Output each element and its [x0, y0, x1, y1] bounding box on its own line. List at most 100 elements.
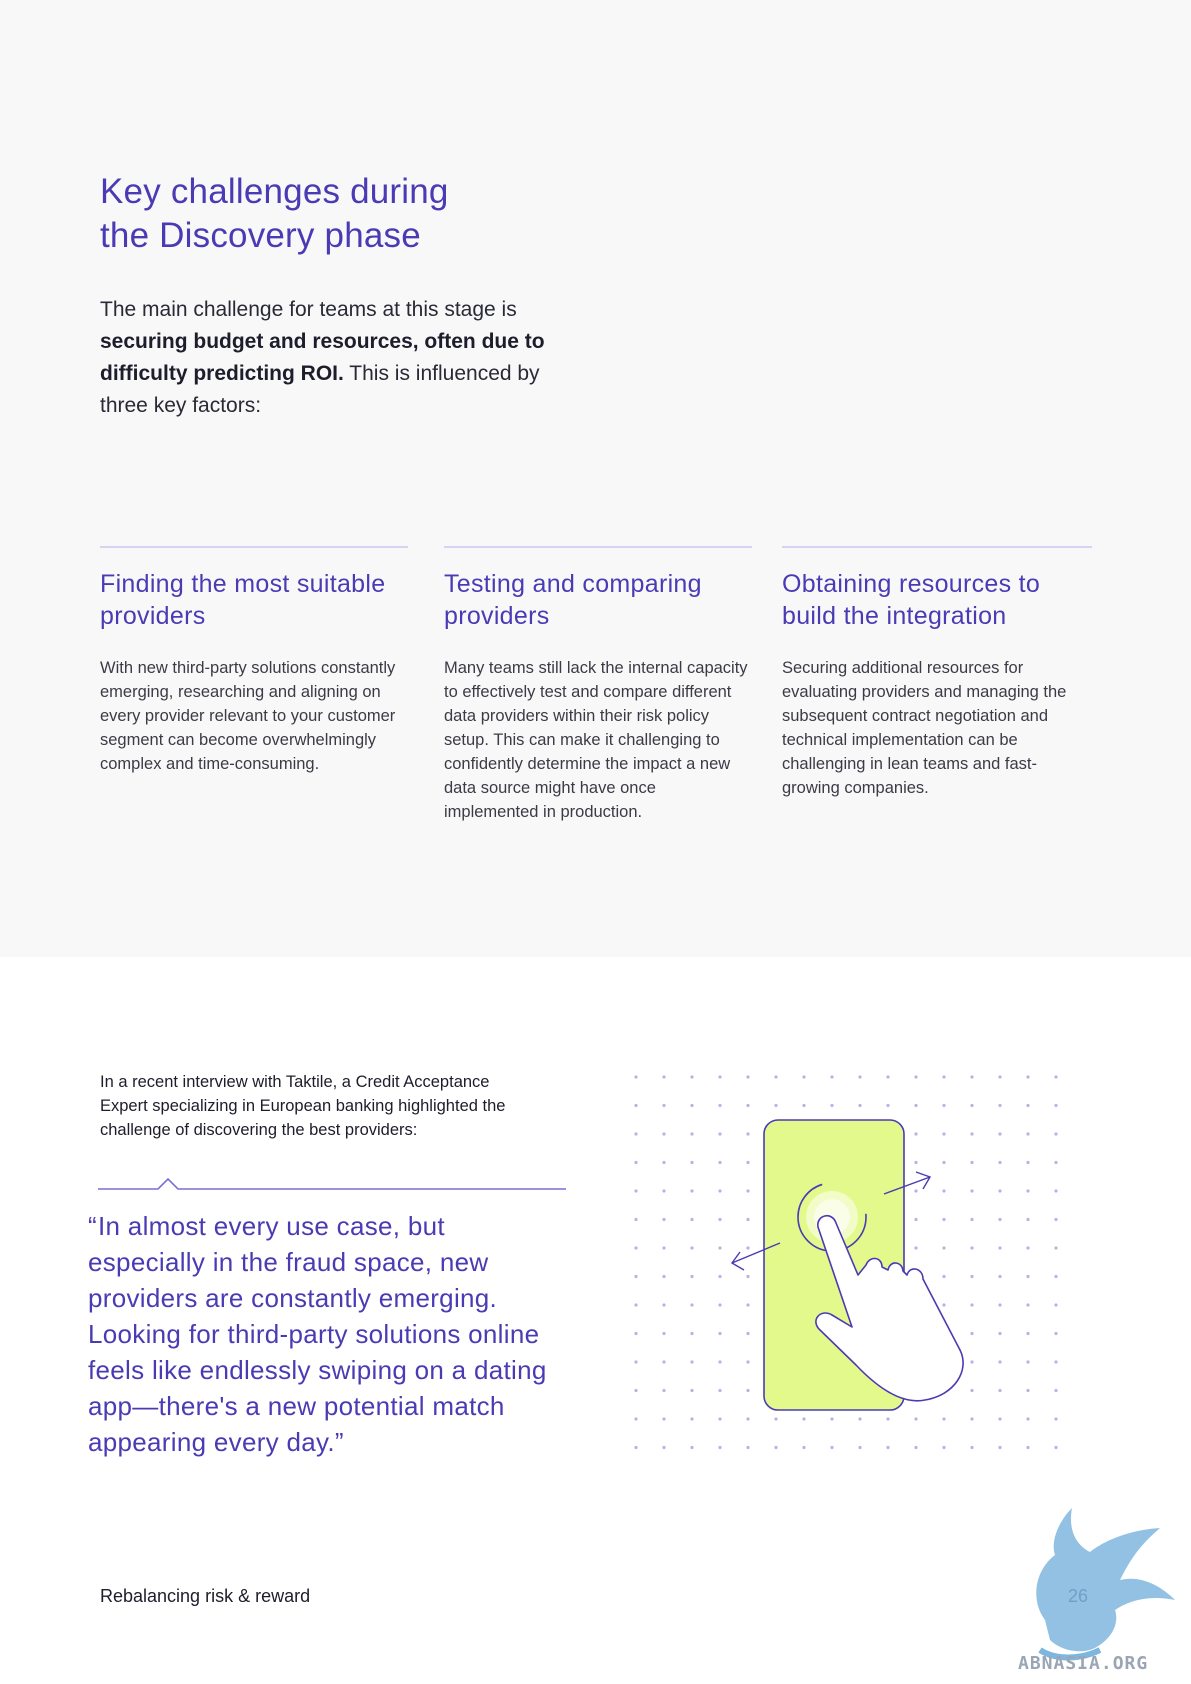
dot-grid-dot [746, 1160, 750, 1165]
dot-grid-dot [662, 1274, 666, 1279]
dot-grid-dot [802, 1445, 806, 1450]
dot-grid-dot [830, 1075, 834, 1079]
dot-grid-dot [1026, 1103, 1030, 1108]
dot-grid-dot [998, 1360, 1002, 1364]
dot-grid-dot [914, 1217, 918, 1222]
dot-grid-dot [774, 1445, 778, 1450]
dot-grid-dot [858, 1075, 862, 1079]
dot-grid-dot [746, 1246, 750, 1250]
dot-grid-dot [970, 1103, 974, 1108]
dot-grid-dot [998, 1388, 1002, 1393]
dot-grid-dot [1026, 1445, 1030, 1450]
dot-grid-dot [634, 1360, 638, 1364]
dot-grid-dot [662, 1331, 666, 1336]
dot-grid-dot [942, 1103, 946, 1108]
dot-grid-dot [718, 1189, 722, 1193]
dot-grid-dot [690, 1160, 694, 1165]
factor-rule [100, 546, 408, 548]
dot-grid-dot [690, 1331, 694, 1336]
dot-grid-dot [718, 1417, 722, 1421]
dot-grid-dot [998, 1417, 1002, 1421]
dot-grid-dot [634, 1417, 638, 1421]
watermark-text: ABNASIA.ORG [1018, 1653, 1149, 1674]
dot-grid-dot [970, 1132, 974, 1136]
dot-grid-dot [970, 1388, 974, 1393]
dot-grid-dot [718, 1160, 722, 1165]
dot-grid-dot [998, 1075, 1002, 1079]
dot-grid-dot [746, 1303, 750, 1307]
dot-grid-dot [802, 1075, 806, 1079]
dot-grid-dot [942, 1445, 946, 1450]
dot-grid-dot [1026, 1331, 1030, 1336]
dot-grid-dot [858, 1417, 862, 1421]
dot-grid-dot [662, 1445, 666, 1450]
dot-grid-dot [718, 1445, 722, 1450]
dot-grid-dot [1054, 1217, 1058, 1222]
dot-grid-dot [662, 1132, 666, 1136]
footer-document-title: Rebalancing risk & reward [100, 1586, 311, 1606]
dot-grid-dot [662, 1360, 666, 1364]
dot-grid-dot [1054, 1417, 1058, 1421]
dot-grid-dot [1054, 1103, 1058, 1108]
dot-grid-dot [1026, 1160, 1030, 1165]
dot-grid-dot [1054, 1445, 1058, 1450]
dot-grid-dot [998, 1189, 1002, 1193]
dot-grid-dot [690, 1217, 694, 1222]
dot-grid-dot [634, 1217, 638, 1222]
factor-column-2: Testing and comparing providers Many tea… [444, 546, 752, 824]
factor-title: Obtaining resources to build the integra… [782, 570, 1041, 630]
dot-grid-dot [914, 1160, 918, 1165]
dot-grid-dot [970, 1189, 974, 1193]
dot-grid-dot [886, 1445, 890, 1450]
dot-grid-dot [746, 1132, 750, 1136]
dot-grid-dot [998, 1160, 1002, 1165]
dot-grid-dot [690, 1075, 694, 1079]
intro-text-start: The main challenge for teams at this sta… [100, 298, 517, 321]
dot-grid-dot [970, 1360, 974, 1364]
dot-grid-dot [802, 1103, 806, 1108]
pull-quote: “In almost every use case, but especiall… [88, 1208, 568, 1460]
dot-grid-dot [746, 1189, 750, 1193]
dot-grid-dot [1054, 1303, 1058, 1307]
dot-grid-dot [746, 1274, 750, 1279]
dot-grid-dot [1054, 1075, 1058, 1079]
dot-grid-dot [942, 1246, 946, 1250]
dot-grid-dot [690, 1189, 694, 1193]
dot-grid-dot [634, 1075, 638, 1079]
dot-grid-dot [690, 1103, 694, 1108]
dot-grid-dot [942, 1274, 946, 1279]
dot-grid-dot [970, 1217, 974, 1222]
dot-grid-dot [718, 1217, 722, 1222]
dot-grid-dot [1054, 1189, 1058, 1193]
dot-grid-dot [998, 1132, 1002, 1136]
dot-grid-dot [746, 1417, 750, 1421]
dot-grid-dot [1026, 1303, 1030, 1307]
dot-grid-dot [662, 1246, 666, 1250]
dot-grid-dot [662, 1217, 666, 1222]
dot-grid-dot [690, 1360, 694, 1364]
factor-column-1: Finding the most suitable providers With… [100, 546, 408, 776]
dot-grid-dot [1054, 1388, 1058, 1393]
dot-grid-dot [662, 1075, 666, 1079]
dot-grid-dot [1054, 1360, 1058, 1364]
dot-grid-dot [690, 1445, 694, 1450]
dot-grid-dot [830, 1103, 834, 1108]
dot-grid-dot [634, 1388, 638, 1393]
dot-grid-dot [970, 1445, 974, 1450]
dot-grid-dot [998, 1331, 1002, 1336]
factor-body: Many teams still lack the internal capac… [444, 659, 748, 821]
dot-grid-dot [662, 1160, 666, 1165]
dot-grid-dot [970, 1417, 974, 1421]
dot-grid-dot [662, 1388, 666, 1393]
dot-grid-dot [998, 1103, 1002, 1108]
dot-grid-dot [914, 1417, 918, 1421]
dot-grid-dot [914, 1075, 918, 1079]
dot-grid-dot [942, 1303, 946, 1307]
dot-grid-dot [690, 1274, 694, 1279]
dot-grid-dot [634, 1160, 638, 1165]
dot-grid-dot [970, 1331, 974, 1336]
dot-grid-dot [1026, 1360, 1030, 1364]
dot-grid-dot [718, 1274, 722, 1279]
dot-grid-dot [914, 1132, 918, 1136]
dot-grid-dot [662, 1303, 666, 1307]
